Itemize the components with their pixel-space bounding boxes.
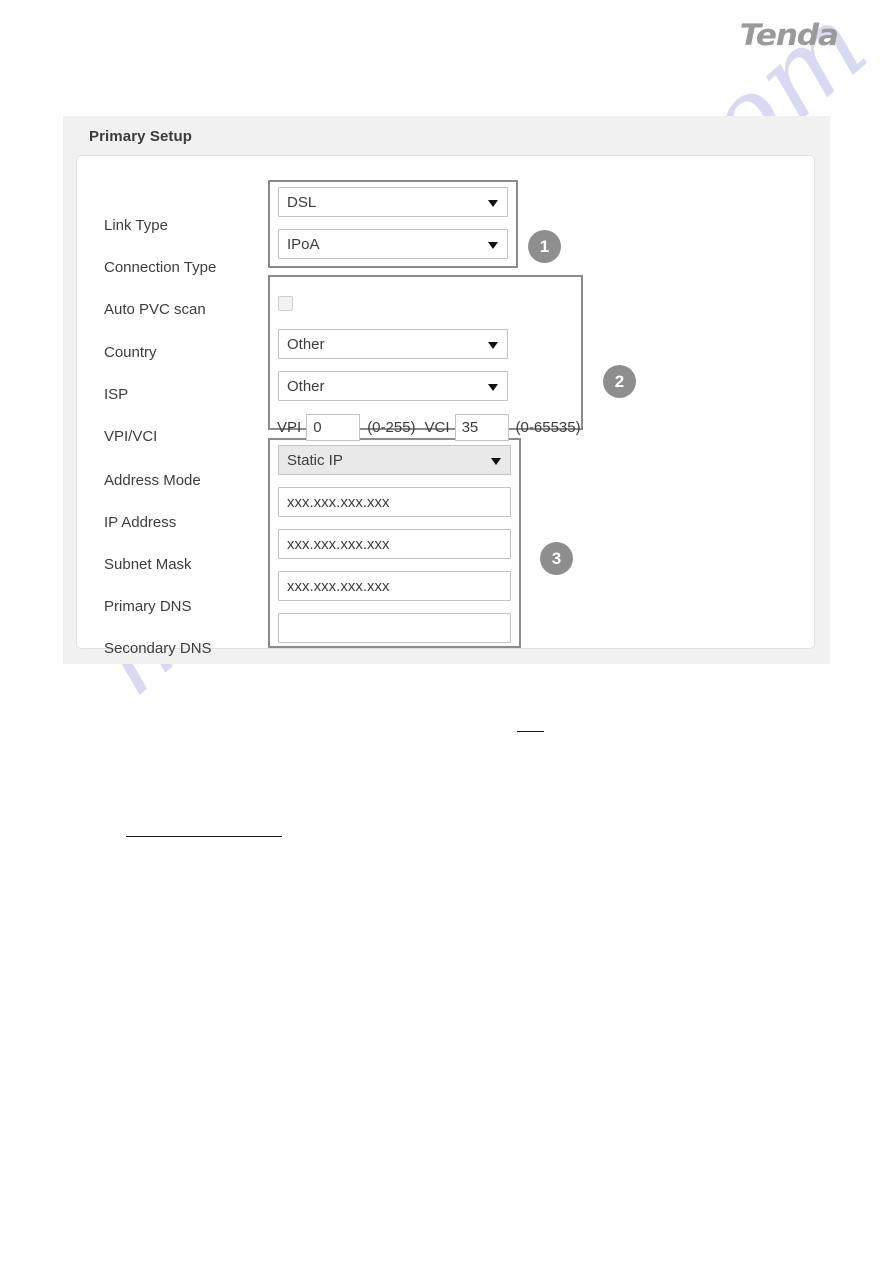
tenda-logo-text: Tenda xyxy=(740,18,839,52)
chevron-down-icon xyxy=(488,242,498,249)
chevron-down-icon xyxy=(491,458,501,465)
subnet-mask-input[interactable]: xxx.xxx.xxx.xxx xyxy=(278,529,511,559)
vpi-vci-row: VPI 0 (0-255) VCI 35 (0-65535) xyxy=(277,414,581,441)
horizontal-rule-short xyxy=(517,731,544,732)
address-mode-value: Static IP xyxy=(287,451,343,469)
connection-type-value: IPoA xyxy=(287,235,320,253)
chevron-down-icon xyxy=(488,384,498,391)
callout-badge-3: 3 xyxy=(540,542,573,575)
label-link-type: Link Type xyxy=(104,217,168,234)
link-type-value: DSL xyxy=(287,193,317,211)
label-primary-dns: Primary DNS xyxy=(104,598,192,615)
label-ip-address: IP Address xyxy=(104,514,177,531)
country-select[interactable]: Other xyxy=(278,329,508,359)
vpi-input[interactable]: 0 xyxy=(306,414,361,441)
primary-dns-input[interactable]: xxx.xxx.xxx.xxx xyxy=(278,571,511,601)
vpi-caption: VPI xyxy=(277,419,302,436)
auto-pvc-scan-checkbox[interactable] xyxy=(278,296,293,311)
primary-setup-panel: Primary Setup Link Type Connection Type … xyxy=(63,116,830,664)
horizontal-rule-long xyxy=(126,836,282,837)
callout-badge-2: 2 xyxy=(603,365,636,398)
isp-select[interactable]: Other xyxy=(278,371,508,401)
label-secondary-dns: Secondary DNS xyxy=(104,640,212,657)
label-subnet-mask: Subnet Mask xyxy=(104,556,192,573)
link-type-select[interactable]: DSL xyxy=(278,187,508,217)
vci-caption: VCI xyxy=(424,419,450,436)
label-vpi-vci: VPI/VCI xyxy=(104,428,158,445)
label-connection-type: Connection Type xyxy=(104,259,217,276)
label-country: Country xyxy=(104,344,157,361)
isp-value: Other xyxy=(287,377,325,395)
page-title: Primary Setup xyxy=(89,128,193,145)
primary-setup-card: Link Type Connection Type Auto PVC scan … xyxy=(76,155,815,657)
label-auto-pvc-scan: Auto PVC scan xyxy=(104,301,206,318)
label-address-mode: Address Mode xyxy=(104,472,201,489)
address-mode-select[interactable]: Static IP xyxy=(278,445,511,475)
chevron-down-icon xyxy=(488,342,498,349)
country-value: Other xyxy=(287,335,325,353)
ip-address-input[interactable]: xxx.xxx.xxx.xxx xyxy=(278,487,511,517)
label-isp: ISP xyxy=(104,386,129,403)
callout-badge-1: 1 xyxy=(528,230,561,263)
vci-range-hint: (0-65535) xyxy=(515,419,581,436)
tenda-logo: Tenda xyxy=(740,18,839,52)
secondary-dns-input[interactable] xyxy=(278,613,511,643)
chevron-down-icon xyxy=(488,200,498,207)
connection-type-select[interactable]: IPoA xyxy=(278,229,508,259)
vpi-range-hint: (0-255) xyxy=(367,419,416,436)
vci-input[interactable]: 35 xyxy=(454,414,509,441)
